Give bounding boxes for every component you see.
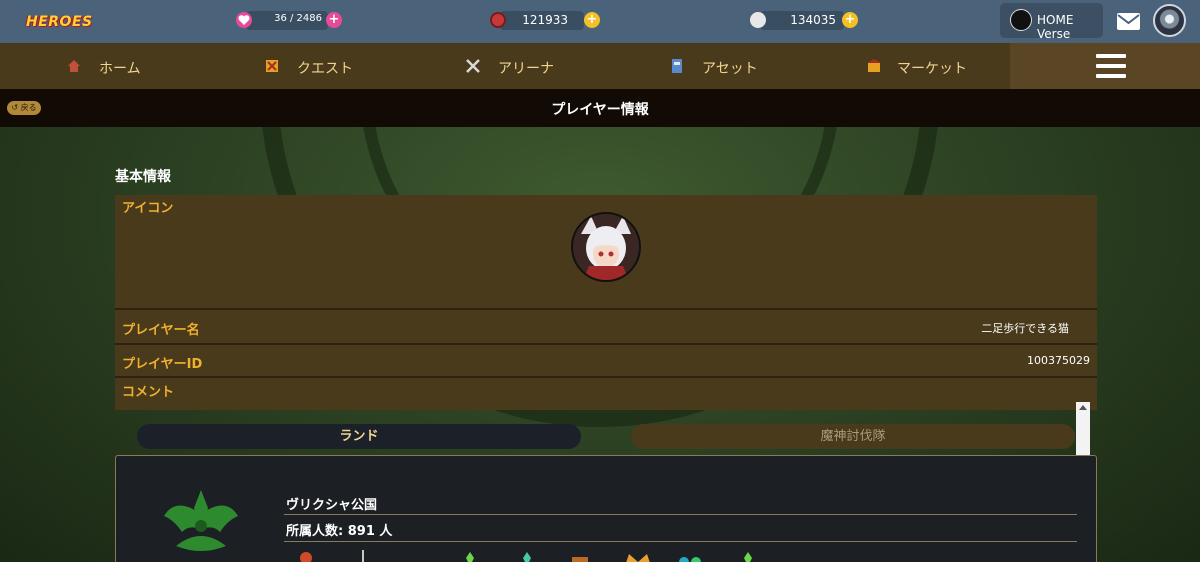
add-stamina-button[interactable]: +: [326, 12, 342, 28]
scrollbar[interactable]: [1076, 402, 1090, 455]
logo-text: HEROES: [26, 14, 93, 30]
tab-demon-expedition[interactable]: 魔神討伐隊: [631, 424, 1075, 449]
stamina-stat: 36 / 2486 +: [236, 10, 344, 30]
icon-label: アイコン: [122, 201, 174, 216]
arena-icon: [465, 58, 481, 74]
land-member-count: 所属人数: 891 人: [286, 524, 393, 539]
nav-label-quest: クエスト: [297, 61, 353, 77]
chest-icon: [570, 548, 590, 562]
medal-icon: [296, 548, 316, 562]
top-bar: HEROES 36 / 2486 + 121933 + 134035 + HOM…: [0, 0, 1200, 43]
crystal-icon: [517, 548, 537, 562]
crystal-icon: [460, 548, 480, 562]
section-title-basic-info: 基本情報: [115, 169, 171, 185]
nav-label-asset: アセット: [702, 61, 758, 77]
home-icon: [66, 58, 82, 74]
potion-icon: [750, 12, 766, 28]
land-panel: ヴリクシャ公国 所属人数: 891 人: [115, 455, 1097, 562]
scroll-up-icon[interactable]: [1079, 405, 1087, 410]
hamburger-menu-button[interactable]: [1010, 43, 1200, 89]
nav-label-home: ホーム: [99, 61, 141, 77]
mail-icon[interactable]: [1116, 12, 1141, 31]
land-emblem-icon: [146, 486, 256, 562]
comment-label: コメント: [122, 385, 175, 400]
nav-label-arena: アリーナ: [498, 61, 554, 77]
game-logo[interactable]: HEROES: [26, 8, 92, 34]
user-avatar[interactable]: [1153, 4, 1186, 37]
nav-label-market: マーケット: [897, 61, 967, 77]
home-verse-label: HOME Verse: [1037, 13, 1074, 41]
home-verse-icon: [1010, 9, 1032, 31]
gem-icon: [490, 12, 506, 28]
market-icon: [866, 58, 882, 74]
sword-icon: [353, 548, 373, 562]
add-currency1-button[interactable]: +: [584, 12, 600, 28]
home-verse-button[interactable]: HOME Verse: [1000, 3, 1103, 41]
currency2-value: 134035: [790, 13, 836, 27]
gems-icon: [676, 548, 706, 562]
asset-icon: [669, 58, 685, 74]
page-title: プレイヤー情報: [551, 102, 649, 118]
player-name-value: 二足歩行できる猫: [981, 322, 1069, 335]
currency1-value: 121933: [522, 13, 568, 27]
tab-land[interactable]: ランド: [137, 424, 581, 449]
currency2-stat: 134035 +: [750, 10, 862, 30]
player-name-label: プレイヤー名: [122, 323, 200, 338]
stamina-value: 36 / 2486: [274, 13, 322, 24]
land-name: ヴリクシャ公国: [286, 498, 378, 513]
player-id-value: 100375029: [1027, 354, 1090, 367]
basic-info-panel: アイコン プレイヤー名 二足歩行できる猫 プレイヤーID 100375029 コ…: [115, 195, 1097, 410]
currency1-stat: 121933 +: [490, 10, 602, 30]
add-currency2-button[interactable]: +: [842, 12, 858, 28]
heart-icon: [236, 12, 252, 28]
crystal-icon: [738, 548, 758, 562]
crown-icon: [623, 548, 653, 562]
title-bar: ↺ 戻る プレイヤー情報: [0, 89, 1200, 127]
player-avatar: [571, 212, 641, 282]
quest-icon: [264, 58, 280, 74]
player-id-label: プレイヤーID: [122, 357, 203, 372]
